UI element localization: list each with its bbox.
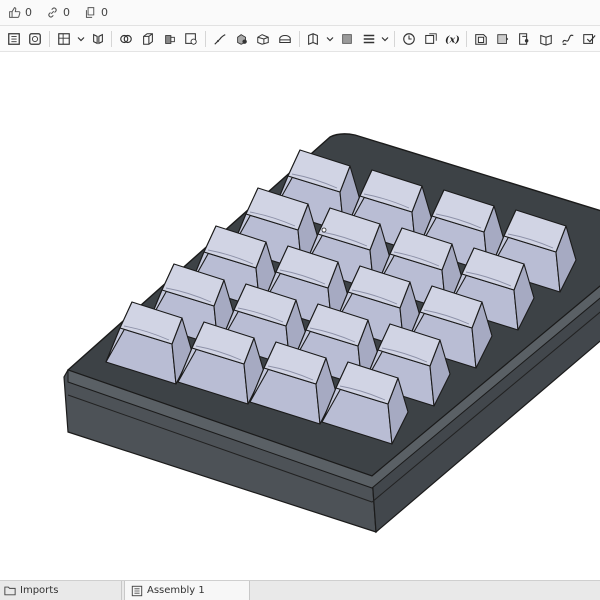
- grid-icon: [58, 32, 70, 45]
- copies-stat[interactable]: 0: [84, 6, 108, 19]
- sheet-metal-tool[interactable]: [513, 28, 535, 50]
- feature-toolbar: (x): [0, 26, 600, 52]
- extrude-tool[interactable]: [137, 28, 159, 50]
- thumbs-up-icon: [9, 7, 21, 18]
- curve-tool[interactable]: [557, 28, 579, 50]
- part-studio-tool[interactable]: [470, 28, 492, 50]
- tab-bar: Imports Assembly 1: [0, 580, 600, 600]
- likes-count: 0: [25, 6, 32, 19]
- chamfer-icon: [236, 33, 247, 45]
- likes-stat[interactable]: 0: [8, 6, 32, 19]
- chevron-down-icon: [326, 36, 334, 41]
- mate-icon: [424, 32, 437, 44]
- 3d-sketch-icon: [29, 32, 42, 45]
- chevron-down-icon: [381, 36, 389, 41]
- toolbar-separator: [394, 30, 396, 47]
- toolbar-separator: [205, 30, 207, 47]
- toolbar-separator: [298, 30, 300, 47]
- transform-tool[interactable]: [336, 28, 358, 50]
- keypad-model[interactable]: [0, 52, 600, 580]
- boolean-tool[interactable]: [115, 28, 137, 50]
- plane-tool[interactable]: [303, 28, 325, 50]
- document-header: 0 0 0: [0, 0, 600, 26]
- toolbar-separator: [466, 30, 468, 47]
- split-tool[interactable]: [535, 28, 557, 50]
- list-dropdown[interactable]: [379, 28, 391, 50]
- sketch-icon: [7, 32, 20, 45]
- variable-tool[interactable]: (x): [442, 28, 464, 50]
- split-icon: [540, 34, 552, 46]
- shell-tool[interactable]: [252, 28, 274, 50]
- list-tool[interactable]: [358, 28, 380, 50]
- delete-face-tool[interactable]: [578, 28, 600, 50]
- grid-dropdown[interactable]: [75, 28, 87, 50]
- grid-tool[interactable]: [53, 28, 75, 50]
- link-icon: [48, 7, 57, 18]
- hole-icon: [185, 32, 197, 45]
- fillet-tool[interactable]: [209, 28, 231, 50]
- sketch-tool[interactable]: [3, 28, 25, 50]
- tab-imports[interactable]: Imports: [0, 581, 122, 600]
- list-icon: [363, 34, 374, 43]
- sheet-metal-icon: [519, 32, 529, 45]
- copies-count: 0: [101, 6, 108, 19]
- curve-icon: [561, 34, 573, 45]
- delete-face-icon: [583, 33, 596, 44]
- measure-icon: [403, 32, 415, 45]
- revolve-tool[interactable]: [159, 28, 181, 50]
- mirror-view-tool[interactable]: [87, 28, 109, 50]
- links-stat[interactable]: 0: [46, 6, 70, 19]
- chevron-down-icon: [77, 36, 85, 41]
- tab-assembly[interactable]: Assembly 1: [124, 581, 250, 600]
- surface-tool[interactable]: [492, 28, 514, 50]
- svg-text:(x): (x): [445, 34, 460, 45]
- transform-icon: [342, 33, 352, 44]
- mirror-view-icon: [92, 33, 103, 44]
- boolean-icon: [120, 34, 133, 43]
- pattern-tool[interactable]: [274, 28, 296, 50]
- fillet-icon: [214, 33, 226, 45]
- mate-tool[interactable]: [420, 28, 442, 50]
- copy-icon: [85, 7, 95, 18]
- tab-assembly-label: Assembly 1: [147, 585, 205, 596]
- links-count: 0: [63, 6, 70, 19]
- toolbar-separator: [111, 30, 113, 47]
- revolve-icon: [164, 34, 175, 44]
- assembly-icon: [131, 585, 143, 596]
- measure-tool[interactable]: [398, 28, 420, 50]
- extrude-icon: [142, 32, 153, 45]
- shell-icon: [257, 33, 269, 45]
- pattern-icon: [279, 34, 291, 43]
- chamfer-tool[interactable]: [231, 28, 253, 50]
- surface-icon: [496, 33, 508, 44]
- 3d-sketch-tool[interactable]: [25, 28, 47, 50]
- toolbar-separator: [49, 30, 51, 47]
- part-studio-icon: [475, 33, 487, 45]
- 3d-viewport[interactable]: [0, 52, 600, 580]
- origin-marker: [321, 227, 327, 233]
- variable-icon: (x): [445, 34, 460, 45]
- hole-tool[interactable]: [180, 28, 202, 50]
- plane-dropdown[interactable]: [324, 28, 336, 50]
- plane-icon: [308, 32, 319, 45]
- tab-imports-label: Imports: [20, 585, 59, 596]
- folder-icon: [4, 586, 16, 596]
